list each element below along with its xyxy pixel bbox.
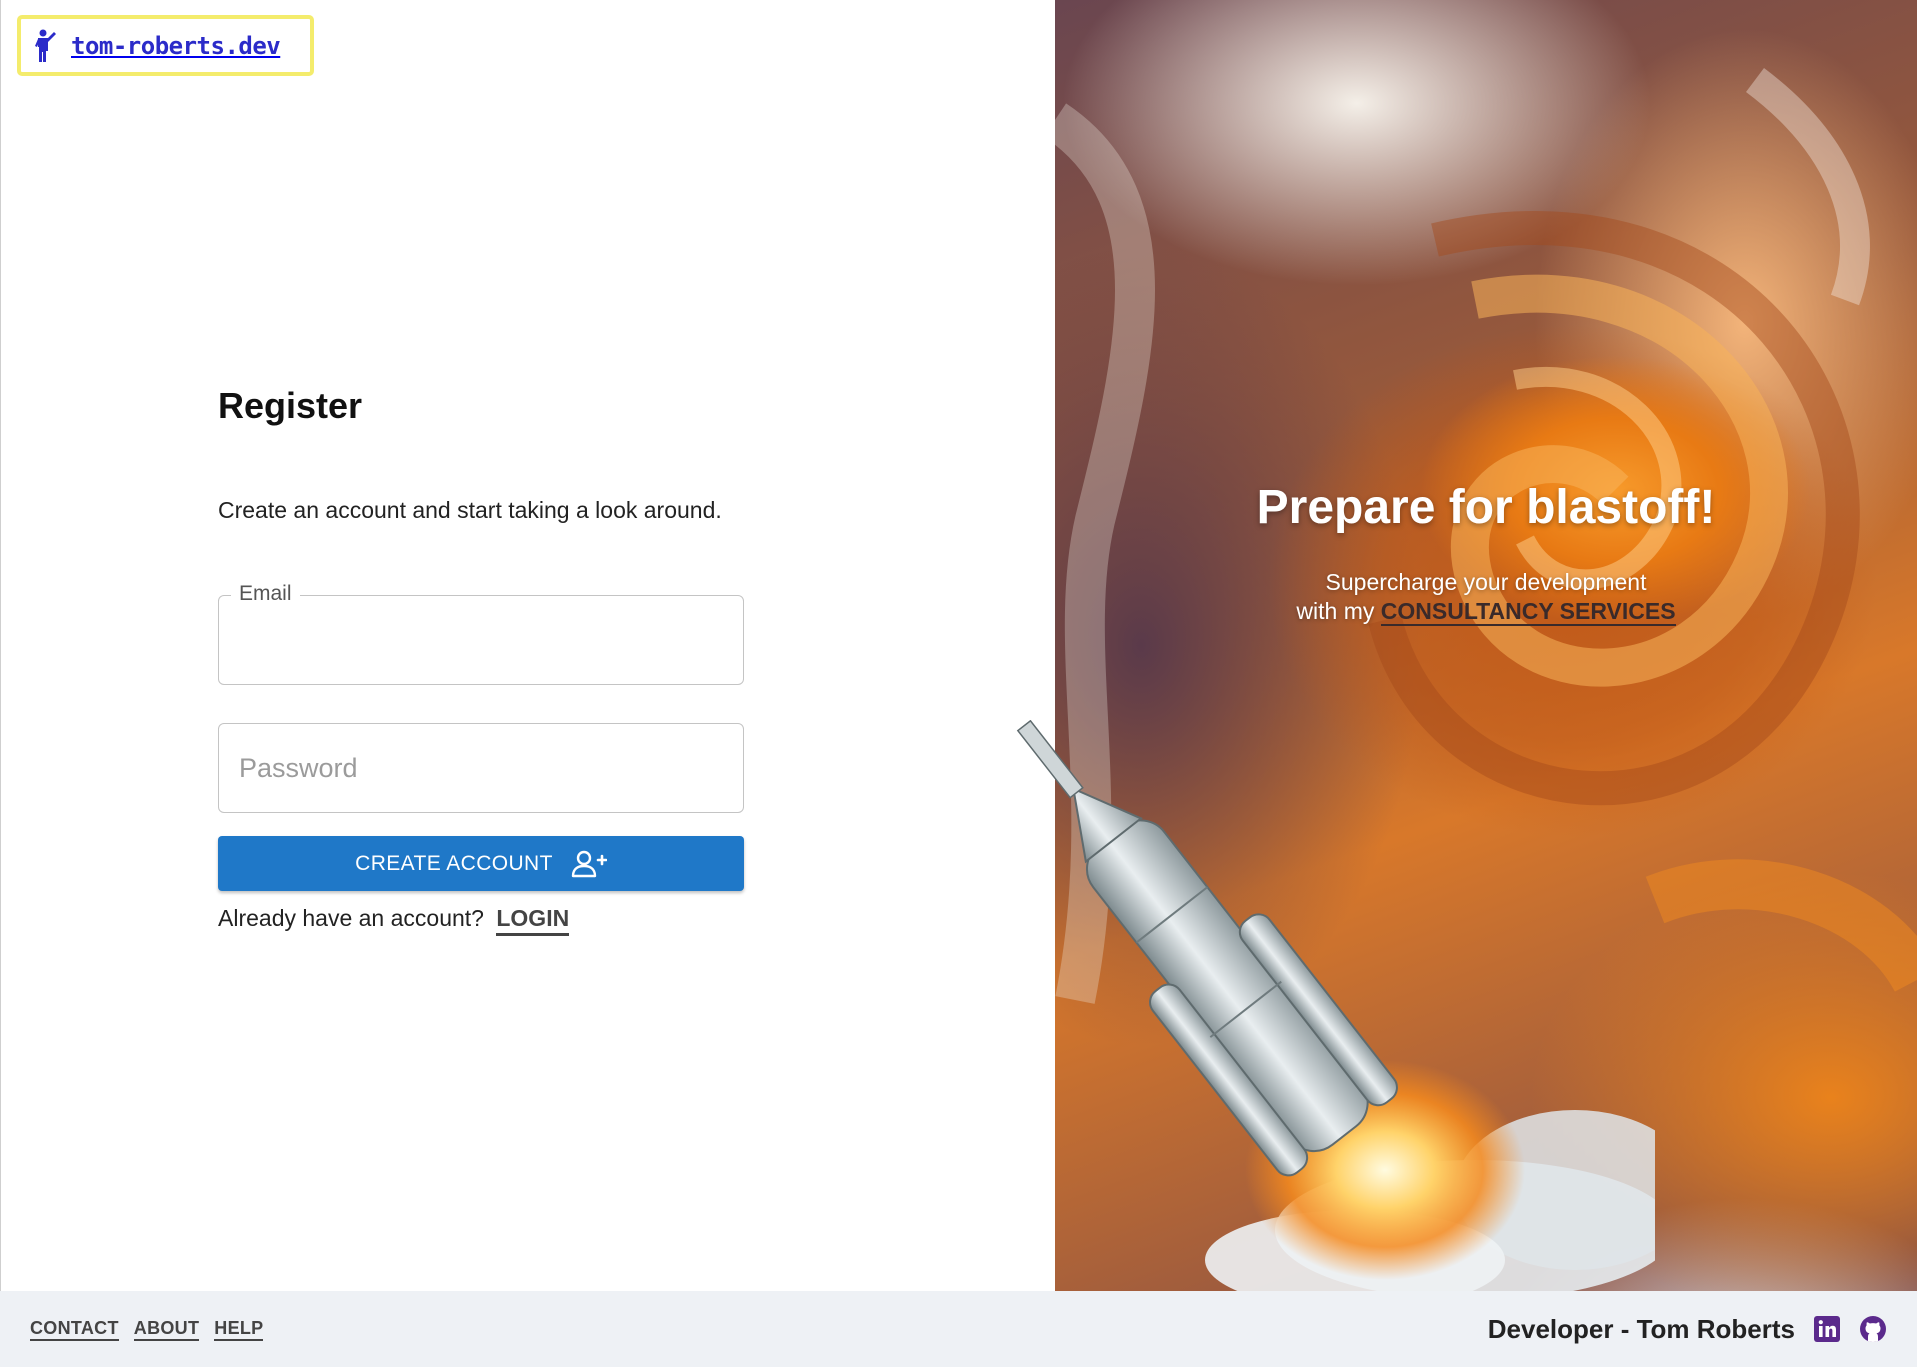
- linkedin-link[interactable]: [1813, 1315, 1841, 1343]
- create-account-label: CREATE ACCOUNT: [355, 851, 553, 875]
- register-subtitle: Create an account and start taking a loo…: [218, 497, 722, 523]
- password-field-container: [218, 723, 744, 813]
- logo-text: tom-roberts.dev: [71, 31, 281, 60]
- linkedin-icon: [1814, 1316, 1840, 1342]
- page-title: Register: [218, 385, 363, 426]
- register-pane: tom-roberts.dev Register Create an accou…: [0, 0, 1055, 1291]
- hero-line-2: with my CONSULTANCY SERVICES: [1055, 597, 1917, 626]
- login-link[interactable]: LOGIN: [496, 905, 570, 936]
- login-prompt-row: Already have an account? LOGIN: [218, 905, 570, 936]
- email-field-container: Email: [218, 582, 744, 685]
- password-input[interactable]: [219, 724, 743, 812]
- hero-title: Prepare for blastoff!: [1256, 481, 1716, 534]
- hero-line-1: Supercharge your development: [1325, 569, 1647, 595]
- hero-line-2-prefix: with my: [1296, 598, 1375, 624]
- rocket-illustration: [1016, 720, 1655, 1291]
- footer-developer: Developer - Tom Roberts: [1488, 1314, 1887, 1345]
- consultancy-services-link[interactable]: CONSULTANCY SERVICES: [1380, 598, 1676, 626]
- register-form: Register Create an account and start tak…: [218, 385, 744, 936]
- person-waving-icon: [35, 29, 56, 62]
- email-input[interactable]: [219, 596, 743, 684]
- footer-link-about[interactable]: ABOUT: [133, 1318, 200, 1341]
- github-link[interactable]: [1859, 1315, 1887, 1343]
- footer-link-contact[interactable]: CONTACT: [30, 1318, 119, 1341]
- site-logo-link[interactable]: tom-roberts.dev: [17, 15, 314, 76]
- email-label: Email: [231, 582, 300, 606]
- footer-link-help[interactable]: HELP: [214, 1318, 264, 1341]
- footer-nav: CONTACT ABOUT HELP: [30, 1318, 264, 1341]
- github-icon: [1860, 1316, 1886, 1342]
- add-user-icon: [571, 850, 607, 877]
- create-account-button[interactable]: CREATE ACCOUNT: [218, 836, 744, 891]
- developer-credit: Developer - Tom Roberts: [1487, 1313, 1795, 1344]
- login-prompt-text: Already have an account?: [218, 905, 484, 931]
- hero-subtitle: Supercharge your development with my CON…: [1055, 568, 1917, 626]
- footer: CONTACT ABOUT HELP Developer - Tom Rober…: [0, 1291, 1917, 1367]
